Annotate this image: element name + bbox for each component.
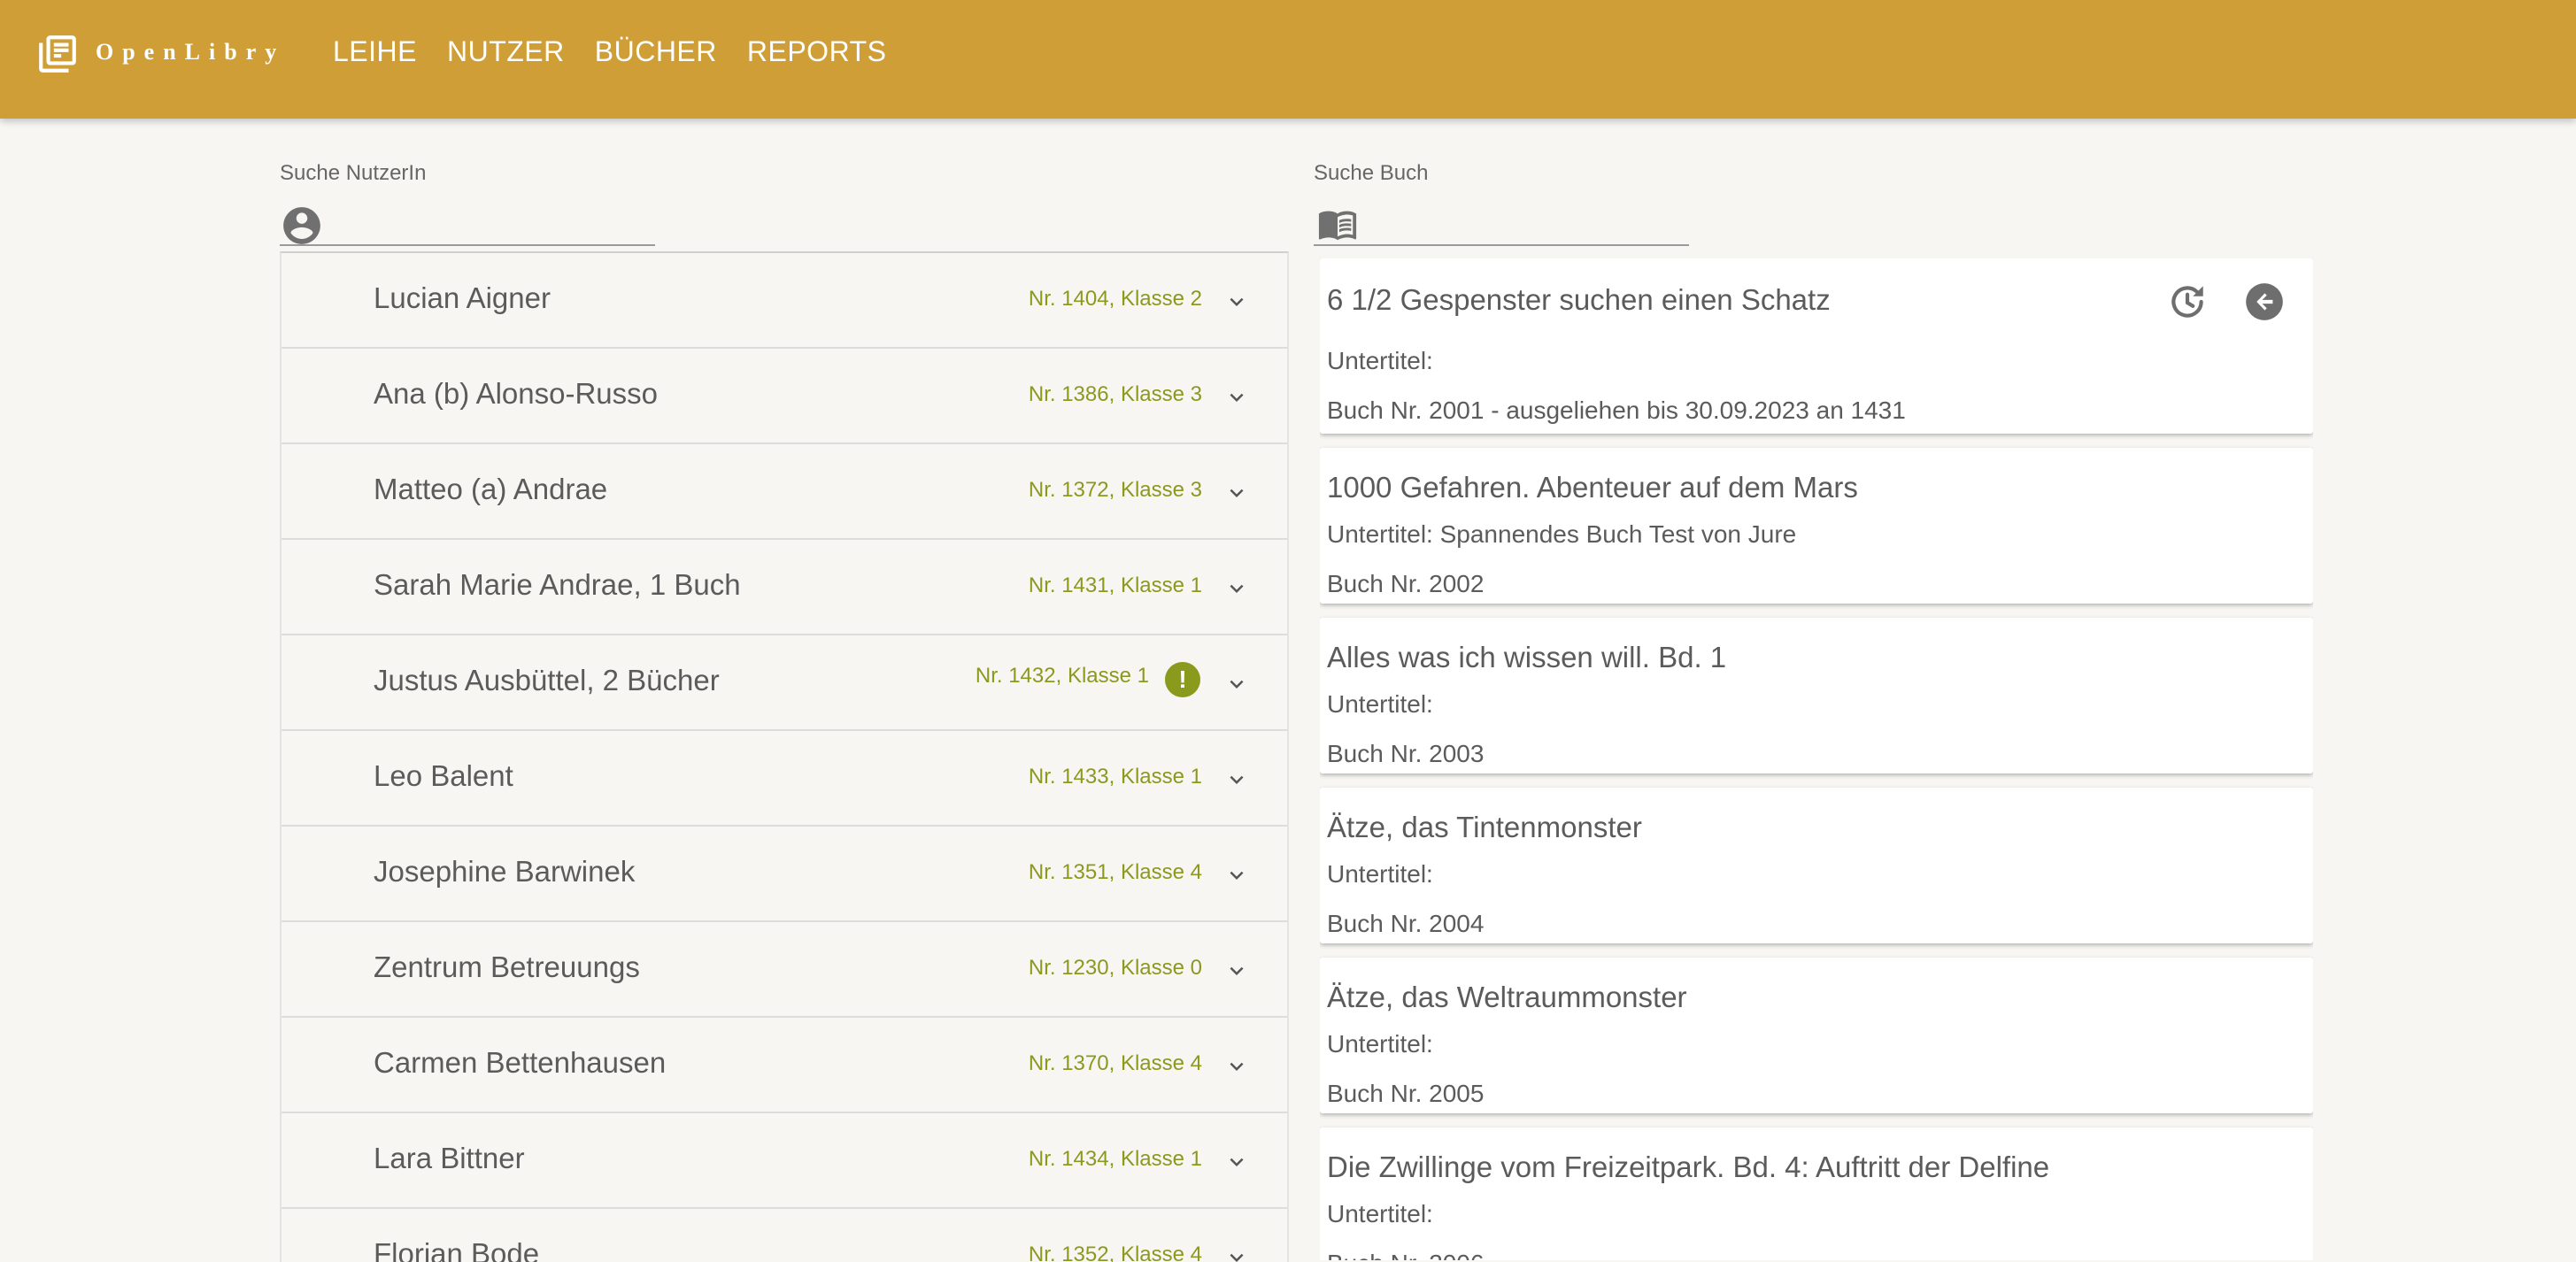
chevron-down-icon[interactable] bbox=[1223, 575, 1250, 602]
book-info: Buch Nr. 2001 - ausgeliehen bis 30.09.20… bbox=[1327, 396, 1906, 424]
book-title: 1000 Gefahren. Abenteuer auf dem Mars bbox=[1327, 471, 1858, 504]
user-list: Lucian Aigner Nr. 1404, Klasse 2 Ana (b)… bbox=[280, 251, 1289, 1262]
chevron-down-icon[interactable] bbox=[1223, 1053, 1250, 1080]
warning-icon: ! bbox=[1165, 662, 1200, 697]
chevron-down-icon[interactable] bbox=[1223, 766, 1250, 793]
library-books-icon[interactable] bbox=[35, 32, 80, 76]
user-name: Lara Bittner bbox=[374, 1142, 525, 1174]
book-info: Buch Nr. 2003 bbox=[1327, 740, 1485, 767]
list-item[interactable]: Florian Bode Nr. 1352, Klasse 4 bbox=[282, 1209, 1287, 1262]
user-name: Ana (b) Alonso-Russo bbox=[374, 377, 658, 410]
book-open-icon bbox=[1318, 211, 1357, 241]
user-name: Carmen Bettenhausen bbox=[374, 1046, 667, 1079]
chevron-down-icon[interactable] bbox=[1223, 671, 1250, 697]
chevron-down-icon[interactable] bbox=[1223, 1244, 1250, 1262]
user-search-field[interactable] bbox=[280, 198, 655, 246]
book-list: 6 1/2 Gespenster suchen einen Schatz Unt… bbox=[1320, 258, 2313, 1260]
list-item[interactable]: Zentrum Betreuungs Nr. 1230, Klasse 0 bbox=[282, 922, 1287, 1018]
user-meta: Nr. 1431, Klasse 1 bbox=[1028, 573, 1202, 597]
user-meta: Nr. 1352, Klasse 4 bbox=[1028, 1243, 1202, 1262]
book-card[interactable]: Ätze, das Tintenmonster Untertitel: Buch… bbox=[1320, 788, 2313, 943]
book-card[interactable]: 6 1/2 Gespenster suchen einen Schatz Unt… bbox=[1320, 258, 2313, 434]
account-circle-icon bbox=[283, 207, 320, 244]
book-subtitle: Untertitel: bbox=[1327, 1030, 1433, 1058]
book-search-label: Suche Buch bbox=[1314, 161, 1429, 185]
book-subtitle: Untertitel: bbox=[1327, 690, 1433, 718]
user-meta: Nr. 1370, Klasse 4 bbox=[1028, 1051, 1202, 1075]
top-app-bar: OpenLibry LEIHE NUTZER BÜCHER REPORTS bbox=[0, 0, 2576, 119]
list-item[interactable]: Matteo (a) Andrae Nr. 1372, Klasse 3 bbox=[282, 444, 1287, 540]
book-card[interactable]: Die Zwillinge vom Freizeitpark. Bd. 4: A… bbox=[1320, 1127, 2313, 1260]
book-subtitle: Untertitel: bbox=[1327, 347, 1433, 374]
book-search-field[interactable] bbox=[1314, 198, 1689, 246]
book-card[interactable]: Ätze, das Weltraummonster Untertitel: Bu… bbox=[1320, 958, 2313, 1113]
user-name: Lucian Aigner bbox=[374, 281, 551, 314]
book-title: Ätze, das Weltraummonster bbox=[1327, 981, 1687, 1013]
user-name: Leo Balent bbox=[374, 759, 513, 792]
list-item[interactable]: Ana (b) Alonso-Russo Nr. 1386, Klasse 3 bbox=[282, 349, 1287, 444]
book-info: Buch Nr. 2005 bbox=[1327, 1080, 1485, 1107]
book-title: Die Zwillinge vom Freizeitpark. Bd. 4: A… bbox=[1327, 1150, 2050, 1183]
user-meta: Nr. 1434, Klasse 1 bbox=[1028, 1147, 1202, 1171]
book-title: 6 1/2 Gespenster suchen einen Schatz bbox=[1327, 283, 1831, 316]
list-item[interactable]: Lucian Aigner Nr. 1404, Klasse 2 bbox=[282, 253, 1287, 349]
user-meta: Nr. 1386, Klasse 3 bbox=[1028, 382, 1202, 406]
book-card[interactable]: Alles was ich wissen will. Bd. 1 Unterti… bbox=[1320, 618, 2313, 773]
book-subtitle: Untertitel: Spannendes Buch Test von Jur… bbox=[1327, 520, 1797, 548]
book-info: Buch Nr. 2004 bbox=[1327, 910, 1485, 937]
list-item[interactable]: Josephine Barwinek Nr. 1351, Klasse 4 bbox=[282, 827, 1287, 922]
book-subtitle: Untertitel: bbox=[1327, 1200, 1433, 1227]
book-card[interactable]: 1000 Gefahren. Abenteuer auf dem Mars Un… bbox=[1320, 448, 2313, 604]
book-subtitle: Untertitel: bbox=[1327, 860, 1433, 888]
user-meta: Nr. 1404, Klasse 2 bbox=[1028, 287, 1202, 311]
user-meta: Nr. 1372, Klasse 3 bbox=[1028, 478, 1202, 502]
book-info: Buch Nr. 2002 bbox=[1327, 570, 1485, 597]
user-name: Sarah Marie Andrae, 1 Buch bbox=[374, 568, 741, 601]
user-name: Josephine Barwinek bbox=[374, 855, 636, 888]
user-meta: Nr. 1433, Klasse 1 bbox=[1028, 765, 1202, 789]
user-meta: Nr. 1351, Klasse 4 bbox=[1028, 860, 1202, 884]
user-name: Justus Ausbüttel, 2 Bücher bbox=[374, 664, 720, 696]
return-book-icon[interactable] bbox=[2242, 280, 2287, 324]
list-item[interactable]: Sarah Marie Andrae, 1 Buch Nr. 1431, Kla… bbox=[282, 540, 1287, 635]
user-name: Zentrum Betreuungs bbox=[374, 950, 640, 983]
user-name: Florian Bode bbox=[374, 1237, 540, 1262]
list-item[interactable]: Leo Balent Nr. 1433, Klasse 1 bbox=[282, 731, 1287, 827]
book-search-input[interactable] bbox=[1369, 205, 1682, 241]
list-item[interactable]: Carmen Bettenhausen Nr. 1370, Klasse 4 bbox=[282, 1018, 1287, 1113]
extend-loan-icon[interactable] bbox=[2165, 280, 2210, 324]
user-name: Matteo (a) Andrae bbox=[374, 473, 608, 505]
user-search-label: Suche NutzerIn bbox=[280, 161, 427, 185]
chevron-down-icon[interactable] bbox=[1223, 862, 1250, 889]
chevron-down-icon[interactable] bbox=[1223, 958, 1250, 984]
chevron-down-icon[interactable] bbox=[1223, 289, 1250, 315]
chevron-down-icon[interactable] bbox=[1223, 1149, 1250, 1175]
chevron-down-icon[interactable] bbox=[1223, 480, 1250, 506]
nav-buecher[interactable]: BÜCHER bbox=[595, 35, 717, 68]
list-item[interactable]: Justus Ausbüttel, 2 Bücher Nr. 1432, Kla… bbox=[282, 635, 1287, 731]
user-meta: Nr. 1432, Klasse 1 bbox=[975, 664, 1149, 688]
list-item[interactable]: Lara Bittner Nr. 1434, Klasse 1 bbox=[282, 1113, 1287, 1209]
chevron-down-icon[interactable] bbox=[1223, 384, 1250, 411]
book-info: Buch Nr. 2006 bbox=[1327, 1250, 1484, 1260]
nav-nutzer[interactable]: NUTZER bbox=[447, 35, 565, 68]
brand-logo[interactable]: OpenLibry bbox=[96, 39, 285, 65]
user-meta: Nr. 1230, Klasse 0 bbox=[1028, 956, 1202, 980]
nav-reports[interactable]: REPORTS bbox=[747, 35, 887, 68]
book-title: Ätze, das Tintenmonster bbox=[1327, 811, 1642, 843]
user-search-input[interactable] bbox=[335, 205, 648, 241]
book-title: Alles was ich wissen will. Bd. 1 bbox=[1327, 641, 1727, 673]
nav-leihe[interactable]: LEIHE bbox=[333, 35, 417, 68]
main-nav: LEIHE NUTZER BÜCHER REPORTS bbox=[333, 35, 886, 68]
